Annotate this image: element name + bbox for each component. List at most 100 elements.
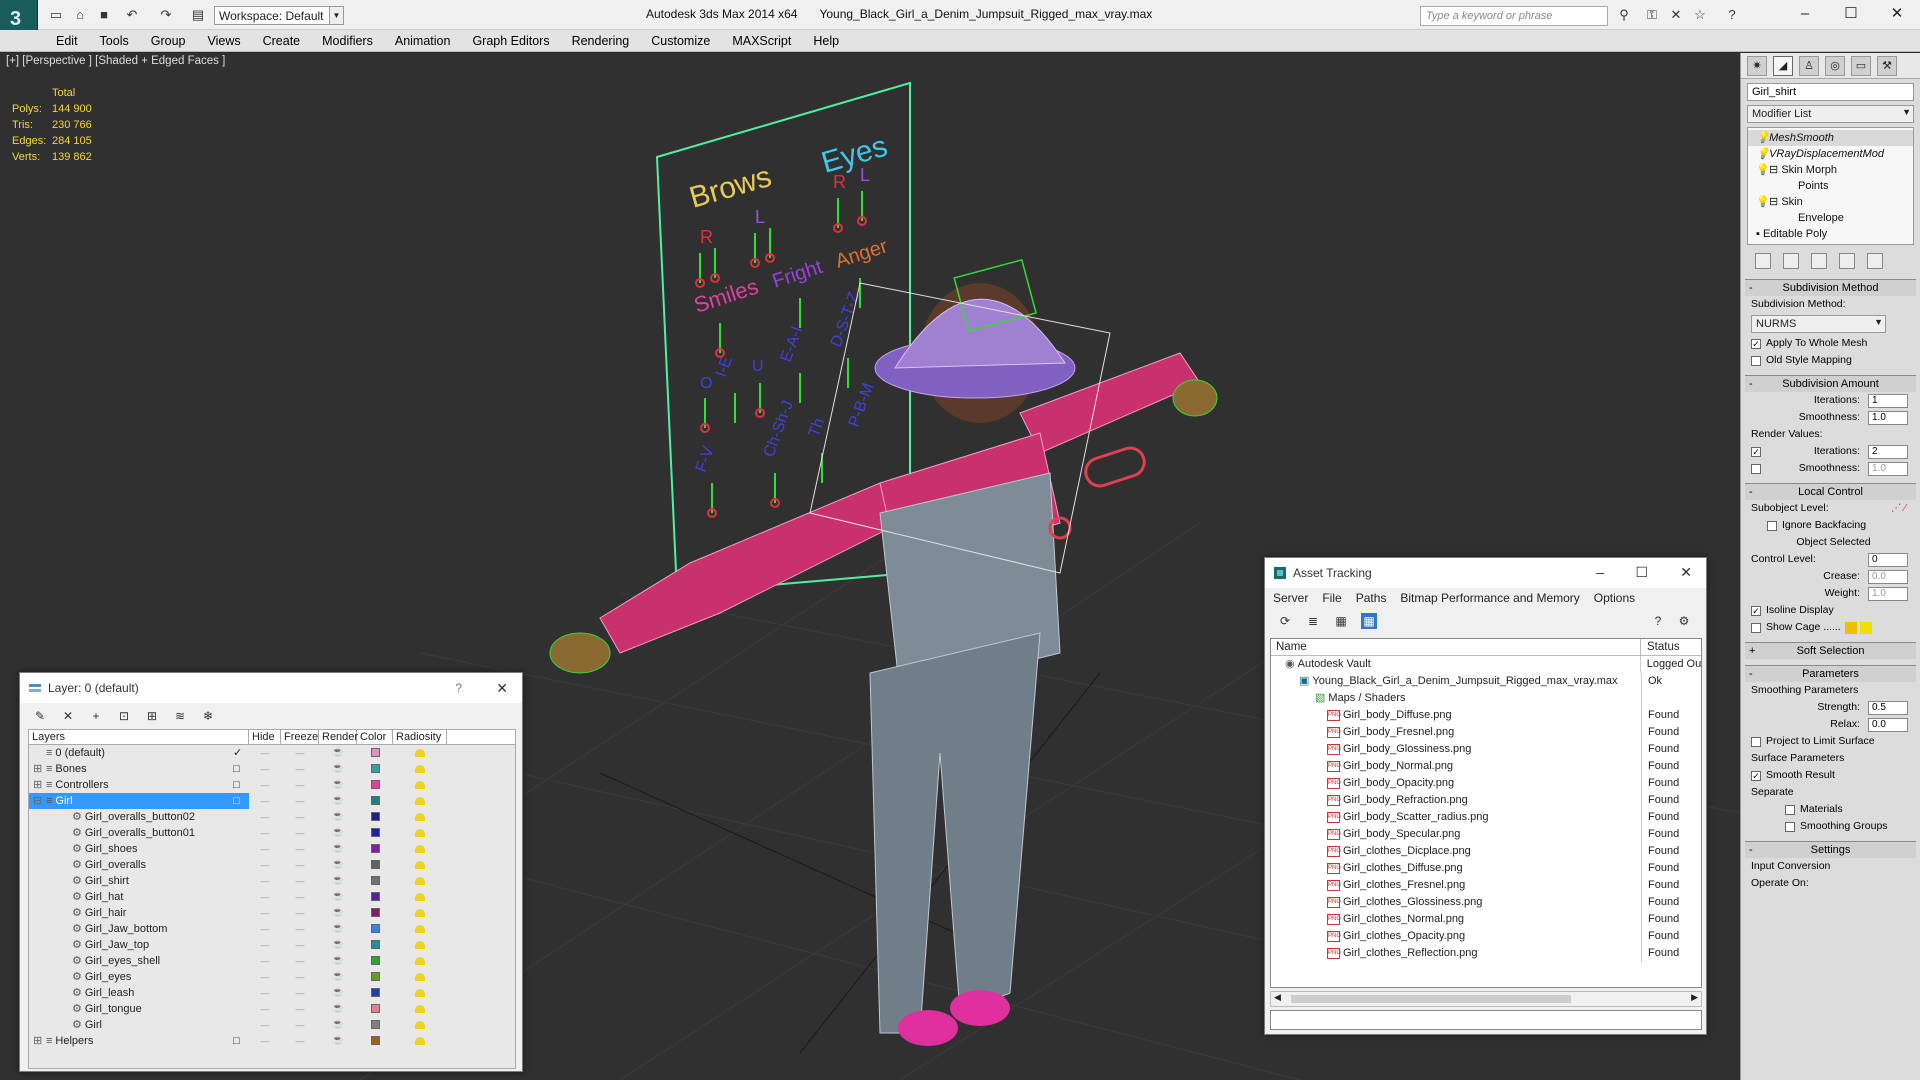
layer-row[interactable]: ⚙ Girl_tongue — — ☕ [29, 1001, 515, 1017]
create-layer-icon[interactable]: ✎ [32, 708, 48, 724]
project-folder-icon[interactable]: ▤ [190, 7, 206, 23]
stack-item-envelope[interactable]: Envelope [1748, 210, 1913, 226]
freeze-toggle[interactable]: — [281, 953, 319, 969]
asset-row[interactable]: ▣ Young_Black_Girl_a_Denim_Jumpsuit_Rigge… [1271, 673, 1701, 690]
hide-toggle[interactable]: — [249, 905, 281, 921]
lightbulb-icon[interactable]: 💡 [1756, 162, 1770, 178]
render-smoothness-spinner[interactable]: 1.0 [1868, 461, 1908, 476]
menu-help[interactable]: Help [802, 30, 850, 51]
layer-color-swatch[interactable] [357, 825, 393, 841]
render-teapot-icon[interactable]: ☕ [319, 857, 357, 873]
layer-color-swatch[interactable] [357, 985, 393, 1001]
render-teapot-icon[interactable]: ☕ [319, 873, 357, 889]
layer-color-swatch[interactable] [357, 793, 393, 809]
radiosity-icon[interactable] [393, 921, 447, 937]
asset-row[interactable]: PNG Girl_body_Opacity.png Found [1271, 775, 1701, 792]
hide-toggle[interactable]: — [249, 1033, 281, 1049]
hide-toggle[interactable]: — [249, 841, 281, 857]
current-layer-toggle[interactable]: □ [233, 793, 243, 809]
modify-tab-icon[interactable]: ◢ [1773, 56, 1793, 76]
crease-spinner[interactable]: 0.0 [1868, 569, 1908, 584]
col-color[interactable]: Color [357, 730, 393, 744]
render-teapot-icon[interactable]: ☕ [319, 825, 357, 841]
radiosity-icon[interactable] [393, 761, 447, 777]
render-teapot-icon[interactable]: ☕ [319, 1001, 357, 1017]
layer-color-swatch[interactable] [357, 1017, 393, 1033]
freeze-toggle[interactable]: — [281, 761, 319, 777]
render-teapot-icon[interactable]: ☕ [319, 1033, 357, 1049]
subscription-icon[interactable]: ⚿ [1644, 7, 1660, 23]
materials-checkbox[interactable] [1785, 804, 1795, 815]
layer-color-swatch[interactable] [357, 1001, 393, 1017]
hide-toggle[interactable]: — [249, 969, 281, 985]
layer-color-swatch[interactable] [357, 873, 393, 889]
show-cage-checkbox[interactable] [1751, 622, 1761, 633]
menu-edit[interactable]: Edit [45, 30, 89, 51]
help-button[interactable]: ? [455, 681, 462, 695]
ignore-backfacing-checkbox[interactable] [1767, 520, 1777, 531]
hide-toggle[interactable]: — [249, 1001, 281, 1017]
freeze-toggle[interactable]: — [281, 777, 319, 793]
tree-toggle-icon[interactable]: ⊞ [33, 761, 43, 777]
radiosity-icon[interactable] [393, 1033, 447, 1049]
layer-row[interactable]: ⚙ Girl_eyes_shell — — ☕ [29, 953, 515, 969]
layer-row[interactable]: ⚙ Girl_hair — — ☕ [29, 905, 515, 921]
subdivision-method-select[interactable]: NURMS ▼ [1751, 315, 1886, 333]
col-name[interactable]: Name [1271, 639, 1641, 655]
hide-toggle[interactable]: — [249, 953, 281, 969]
hide-toggle[interactable]: — [249, 985, 281, 1001]
layer-color-swatch[interactable] [357, 953, 393, 969]
hide-toggle[interactable]: — [249, 777, 281, 793]
hide-all-layers-icon[interactable]: ≋ [172, 708, 188, 724]
freeze-toggle[interactable]: — [281, 969, 319, 985]
rollout-header-local-control[interactable]: - Local Control [1745, 484, 1916, 500]
redo-icon[interactable]: ↷ [158, 7, 174, 23]
render-teapot-icon[interactable]: ☕ [319, 761, 357, 777]
scroll-left-icon[interactable]: ◀ [1274, 992, 1281, 1003]
radiosity-icon[interactable] [393, 809, 447, 825]
layer-color-swatch[interactable] [357, 905, 393, 921]
layer-row[interactable]: ⚙ Girl_overalls — — ☕ [29, 857, 515, 873]
freeze-toggle[interactable]: — [281, 937, 319, 953]
layer-row[interactable]: ⚙ Girl_shirt — — ☕ [29, 873, 515, 889]
freeze-toggle[interactable]: — [281, 745, 319, 761]
delete-layer-icon[interactable]: ✕ [60, 708, 76, 724]
lightbulb-icon[interactable]: 💡 [1756, 130, 1770, 146]
help-icon[interactable]: ? [1724, 7, 1740, 23]
menu-customize[interactable]: Customize [640, 30, 721, 51]
asset-menu-options[interactable]: Options [1594, 591, 1635, 605]
col-hide[interactable]: Hide [249, 730, 281, 744]
render-teapot-icon[interactable]: ☕ [319, 809, 357, 825]
freeze-toggle[interactable]: — [281, 1017, 319, 1033]
stack-item-points[interactable]: Points [1748, 178, 1913, 194]
asset-row[interactable]: ▧ Maps / Shaders [1271, 690, 1701, 707]
utilities-tab-icon[interactable]: ⚒ [1877, 56, 1897, 76]
menu-graph-editors[interactable]: Graph Editors [461, 30, 560, 51]
menu-group[interactable]: Group [140, 30, 197, 51]
render-teapot-icon[interactable]: ☕ [319, 937, 357, 953]
render-teapot-icon[interactable]: ☕ [319, 745, 357, 761]
rollout-header-settings[interactable]: - Settings [1745, 842, 1916, 858]
hide-toggle[interactable]: — [249, 889, 281, 905]
apply-whole-mesh-checkbox[interactable]: ✓ [1751, 338, 1761, 349]
freeze-toggle[interactable]: — [281, 793, 319, 809]
radiosity-icon[interactable] [393, 841, 447, 857]
layer-color-swatch[interactable] [357, 889, 393, 905]
layer-color-swatch[interactable] [357, 969, 393, 985]
radiosity-icon[interactable] [393, 889, 447, 905]
radiosity-icon[interactable] [393, 937, 447, 953]
radiosity-icon[interactable] [393, 969, 447, 985]
radiosity-icon[interactable] [393, 825, 447, 841]
viewport-label[interactable]: [+] [Perspective ] [Shaded + Edged Faces… [6, 55, 225, 67]
freeze-toggle[interactable]: — [281, 1001, 319, 1017]
hide-toggle[interactable]: — [249, 809, 281, 825]
radiosity-icon[interactable] [393, 745, 447, 761]
rollout-header-subdivision-amount[interactable]: - Subdivision Amount [1745, 376, 1916, 392]
asset-row[interactable]: PNG Girl_clothes_Fresnel.png Found [1271, 877, 1701, 894]
minimize-icon[interactable]: – [1596, 564, 1604, 580]
pin-stack-icon[interactable] [1755, 253, 1771, 269]
layer-color-swatch[interactable] [357, 1033, 393, 1049]
col-freeze[interactable]: Freeze [281, 730, 319, 744]
close-icon[interactable]: ✕ [1680, 564, 1692, 581]
layer-row[interactable]: ⚙ Girl — — ☕ [29, 1017, 515, 1033]
